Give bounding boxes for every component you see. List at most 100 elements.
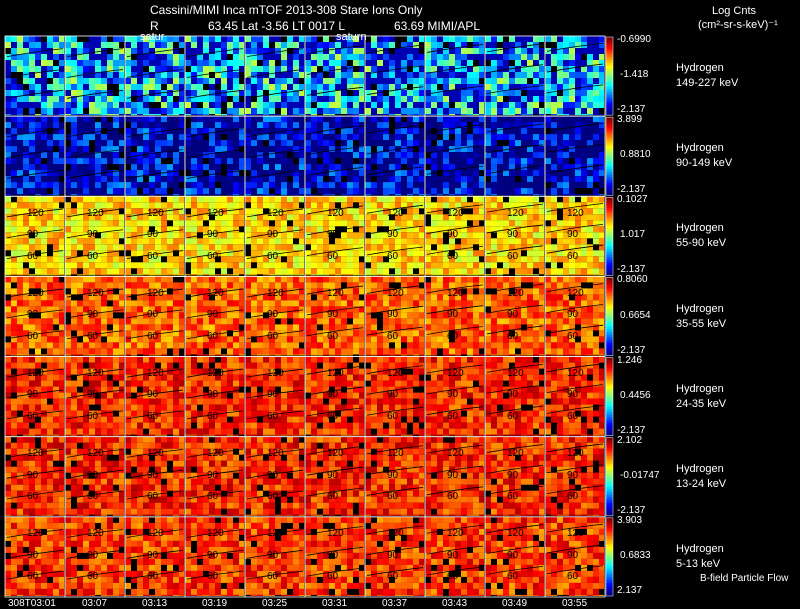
contour-label: 60 [87,571,99,583]
contour-label: 60 [447,250,459,262]
contour-label: 60 [507,330,519,342]
contour-label: 60 [447,571,459,583]
contour-label: 90 [207,469,219,481]
contour-label: 60 [87,330,99,342]
contour-label: 90 [447,309,459,321]
contour-label: 120 [27,287,44,299]
colorbar-mid-label: 0.6833 [620,549,651,561]
contour-label: 90 [327,469,339,481]
heatmap-panel [5,116,64,196]
colorbar-max-label: 0.1027 [617,194,648,206]
contour-label: 120 [207,287,224,299]
contour-label: 60 [87,491,99,503]
contour-label: 120 [447,367,464,379]
contour-label: 90 [327,389,339,401]
contour-label: 120 [567,528,584,540]
contour-label: 60 [207,411,219,423]
saturn-note-right: saturn [336,31,367,43]
contour-label: 120 [87,287,104,299]
energy-range-label: 13-24 keV [676,477,727,490]
contour-label: 90 [87,229,99,241]
contour-label: 60 [567,411,579,423]
contour-label: 90 [567,389,579,401]
contour-label: 120 [267,207,284,219]
contour-label: 120 [447,207,464,219]
heatmap-panel [485,36,544,116]
colorbar-max-label: -0.6990 [617,34,651,45]
header-lat-lt: 63.45 Lat -3.56 LT 0017 L [208,19,345,33]
contour-label: 60 [387,330,399,342]
contour-label: 120 [387,447,404,459]
contour-label: 120 [267,447,284,459]
energy-species-label: Hydrogen [676,382,724,395]
contour-label: 120 [327,367,344,379]
contour-label: 90 [387,389,399,401]
contour-label: 60 [567,491,579,503]
contour-label: 60 [387,491,399,503]
contour-label: 90 [207,229,219,241]
contour-label: 60 [267,330,279,342]
time-axis-label: 03:07 [82,598,108,609]
energy-species-label: Hydrogen [676,462,724,475]
contour-label: 60 [147,571,159,583]
time-axis-label: 03:37 [382,598,408,609]
contour-label: 60 [147,250,159,262]
energy-species-label: Hydrogen [676,142,724,155]
contour-label: 120 [567,287,584,299]
time-axis-label: 03:13 [142,598,168,609]
contour-label: 60 [147,411,159,423]
energy-range-label: 35-55 keV [676,317,727,330]
contour-label: 60 [27,491,39,503]
colorbar-min-label: 2.137 [617,585,643,596]
contour-label: 90 [87,469,99,481]
contour-label: 90 [147,469,159,481]
contour-label: 120 [207,367,224,379]
contour-label: 120 [147,207,164,219]
contour-label: 90 [147,229,159,241]
contour-label: 120 [327,447,344,459]
time-axis-label: 03:55 [562,598,588,609]
contour-label: 120 [387,287,404,299]
energy-range-label: 5-13 keV [676,557,721,570]
contour-label: 90 [267,229,279,241]
contour-label: 90 [27,389,39,401]
saturn-note-left: satur [140,31,165,43]
contour-label: 90 [387,229,399,241]
time-axis-label: 03:25 [262,598,288,609]
heatmap-panel [65,116,124,196]
contour-label: 120 [507,207,524,219]
time-axis-label: 03:43 [442,598,468,609]
contour-label: 90 [87,389,99,401]
colorbar-max-label: 3.903 [617,514,643,526]
contour-label: 90 [567,309,579,321]
contour-label: 90 [267,469,279,481]
contour-label: 120 [267,367,284,379]
contour-label: 90 [267,549,279,561]
contour-label: 120 [87,207,104,219]
energy-species-label: Hydrogen [676,302,724,315]
time-axis-label: 03:49 [502,598,528,609]
colorbar-mid-label: 0.8810 [620,149,651,161]
contour-label: 60 [447,411,459,423]
contour-label: 90 [507,309,519,321]
contour-label: 60 [267,571,279,583]
contour-label: 60 [267,250,279,262]
colorbar-mid-label: 1.017 [620,229,646,241]
time-axis-label: 308T03:01 [8,598,56,609]
colorbar-max-label: 0.8060 [617,274,648,286]
contour-label: 90 [567,469,579,481]
contour-label: 120 [87,447,104,459]
time-axis-label: 03:31 [322,598,348,609]
contour-label: 60 [147,491,159,503]
contour-label: 120 [267,287,284,299]
contour-label: 90 [27,549,39,561]
contour-label: 90 [207,309,219,321]
contour-label: 90 [507,549,519,561]
contour-label: 120 [327,528,344,540]
contour-label: 120 [507,528,524,540]
contour-label: 120 [27,207,44,219]
contour-label: 90 [147,309,159,321]
contour-label: 60 [267,491,279,503]
header-l-mimi: 63.69 MIMI/APL [394,19,481,33]
contour-label: 120 [27,528,44,540]
